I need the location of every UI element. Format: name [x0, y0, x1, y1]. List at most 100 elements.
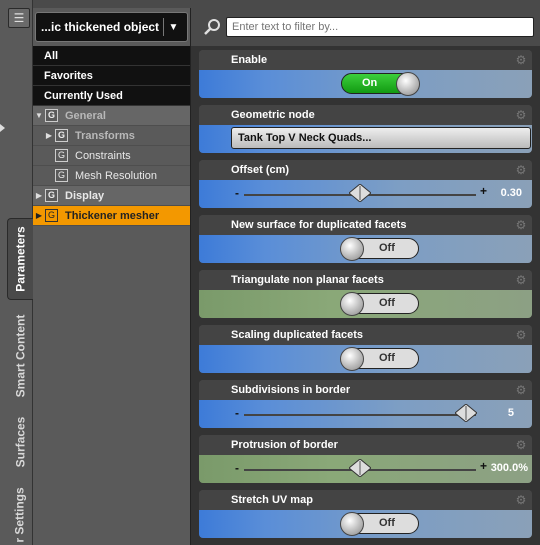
slider-thumb[interactable] [349, 184, 371, 202]
tree-item-label: Display [65, 190, 105, 202]
filter-bar [191, 8, 540, 46]
toggle-knob[interactable] [340, 347, 364, 371]
toggle-knob[interactable] [340, 237, 364, 261]
property-label: Protrusion of border [231, 439, 338, 451]
group-icon: G [45, 189, 58, 202]
tab-parameters-label: Parameters [13, 226, 28, 292]
tree-group-general[interactable]: ▼ G General [33, 106, 190, 126]
filter-input[interactable] [226, 17, 534, 37]
tree-item-constraints[interactable]: G Constraints [33, 146, 190, 166]
toggle-value: Off [379, 297, 395, 309]
filter-favorites[interactable]: Favorites [33, 66, 190, 86]
expand-icon[interactable]: ▶ [44, 126, 54, 146]
slider-thumb[interactable] [455, 404, 477, 422]
slider-value[interactable]: 300.0% [491, 462, 528, 474]
expand-icon[interactable]: ▶ [34, 206, 44, 226]
tab-smart-content[interactable]: Smart Content [7, 310, 33, 402]
toggle-value: Off [379, 517, 395, 529]
property-label: Scaling duplicated facets [231, 329, 364, 341]
decrement-icon[interactable]: - [235, 406, 239, 420]
tree-item-label: General [65, 110, 106, 122]
scaling-toggle[interactable]: Off [340, 347, 419, 371]
tab-surfaces[interactable]: Surfaces [7, 412, 33, 472]
slider-thumb[interactable] [349, 459, 371, 477]
group-icon: G [45, 209, 58, 222]
stretch-uv-toggle[interactable]: Off [340, 512, 419, 536]
tab-parameters[interactable]: Parameters [7, 218, 33, 300]
toggle-value: Off [379, 242, 395, 254]
tab-surfaces-label: Surfaces [13, 416, 28, 468]
collapse-arrow-icon[interactable] [0, 124, 5, 132]
slider-value[interactable]: 0.30 [501, 187, 522, 199]
property-stretch-uv: Stretch UV map ⚙ Off [199, 490, 532, 538]
property-label: Subdivisions in border [231, 384, 351, 396]
property-label: New surface for duplicated facets [231, 219, 407, 231]
geometric-node-button[interactable]: Tank Top V Neck Quads... [231, 127, 531, 149]
toggle-value: Off [379, 352, 395, 364]
gear-icon[interactable]: ⚙ [514, 383, 528, 397]
gear-icon[interactable]: ⚙ [514, 163, 528, 177]
slider-value[interactable]: 5 [508, 407, 514, 419]
property-new-surface: New surface for duplicated facets ⚙ Off [199, 215, 532, 263]
enable-toggle[interactable]: On [341, 72, 420, 96]
property-offset: Offset (cm) ⚙ - + 0.30 [199, 160, 532, 208]
collapse-icon[interactable]: ▼ [34, 106, 44, 126]
tree-item-label: Constraints [75, 150, 131, 162]
tree-item-label: Transforms [75, 130, 135, 142]
property-label: Stretch UV map [231, 494, 313, 506]
new-surface-toggle[interactable]: Off [340, 237, 419, 261]
gear-icon[interactable]: ⚙ [514, 273, 528, 287]
tree-item-transforms[interactable]: ▶ G Transforms [33, 126, 190, 146]
filter-all[interactable]: All [33, 46, 190, 66]
tree-group-display[interactable]: ▶ G Display [33, 186, 190, 206]
property-group-tree: ...ic thickened object ▼ All Favorites C… [33, 8, 190, 545]
triangulate-toggle[interactable]: Off [340, 292, 419, 316]
decrement-icon[interactable]: - [235, 186, 239, 200]
parameters-panel: Enable ⚙ On Geometric node ⚙ Tank Top V … [190, 8, 540, 545]
gear-icon[interactable]: ⚙ [514, 493, 528, 507]
gear-icon[interactable]: ⚙ [514, 108, 528, 122]
increment-icon[interactable]: + [480, 459, 487, 473]
group-icon: G [45, 109, 58, 122]
tree-item-label: Mesh Resolution [75, 170, 157, 182]
expand-icon[interactable]: ▶ [34, 186, 44, 206]
property-label: Enable [231, 54, 268, 66]
panel-menu-button[interactable]: ☰ [8, 8, 30, 28]
search-icon[interactable] [203, 18, 221, 36]
property-label: Triangulate non planar facets [231, 274, 384, 286]
slider-track[interactable] [244, 414, 476, 416]
property-triangulate: Triangulate non planar facets ⚙ Off [199, 270, 532, 318]
property-label: Geometric node [231, 109, 315, 121]
group-icon: G [55, 149, 68, 162]
property-protrusion: Protrusion of border ⚙ - + 300.0% [199, 435, 532, 483]
toggle-knob[interactable] [396, 72, 420, 96]
tab-render-settings-label: r Settings [13, 486, 27, 543]
gear-icon[interactable]: ⚙ [514, 53, 528, 67]
property-enable: Enable ⚙ On [199, 50, 532, 98]
tree-item-mesh-resolution[interactable]: G Mesh Resolution [33, 166, 190, 186]
panel-menu-icon: ☰ [13, 11, 25, 25]
object-selector[interactable]: ...ic thickened object ▼ [35, 12, 188, 42]
tree-item-label: Thickener mesher [65, 210, 160, 222]
toggle-value: On [362, 77, 378, 89]
chevron-down-icon[interactable]: ▼ [163, 18, 183, 36]
tree-group-thickener-mesher[interactable]: ▶ G Thickener mesher [33, 206, 190, 226]
object-name: ...ic thickened object [41, 20, 160, 34]
group-icon: G [55, 129, 68, 142]
gear-icon[interactable]: ⚙ [514, 438, 528, 452]
property-geometric-node: Geometric node ⚙ Tank Top V Neck Quads..… [199, 105, 532, 153]
pane-tab-strip: ☰ Parameters Smart Content Surfaces r Se… [0, 0, 33, 545]
increment-icon[interactable]: + [480, 184, 487, 198]
gear-icon[interactable]: ⚙ [514, 328, 528, 342]
gear-icon[interactable]: ⚙ [514, 218, 528, 232]
decrement-icon[interactable]: - [235, 461, 239, 475]
filter-currently-used[interactable]: Currently Used [33, 86, 190, 106]
tab-render-settings[interactable]: r Settings [7, 484, 33, 545]
tab-smart-content-label: Smart Content [13, 314, 28, 398]
property-scaling: Scaling duplicated facets ⚙ Off [199, 325, 532, 373]
toggle-knob[interactable] [340, 292, 364, 316]
property-subdivisions: Subdivisions in border ⚙ - 5 [199, 380, 532, 428]
property-label: Offset (cm) [231, 164, 290, 176]
group-icon: G [55, 169, 68, 182]
toggle-knob[interactable] [340, 512, 364, 536]
